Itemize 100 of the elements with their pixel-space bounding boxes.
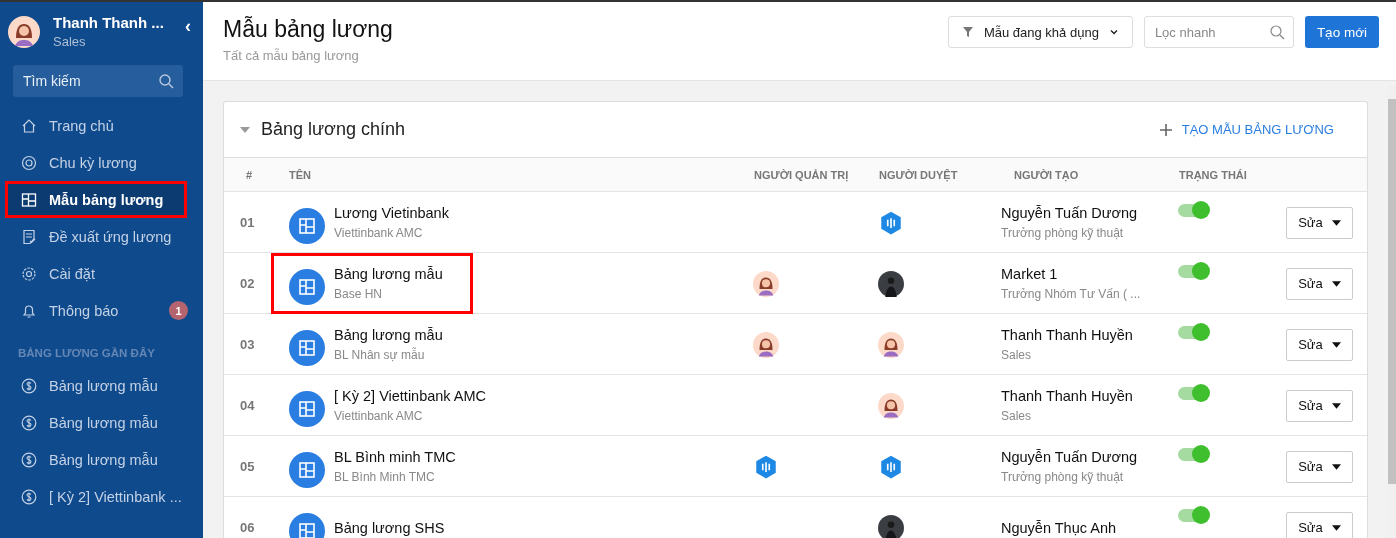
- sidebar-item[interactable]: Mẫu bảng lương: [5, 181, 187, 218]
- sidebar-item[interactable]: Đề xuất ứng lương: [0, 218, 203, 255]
- column-header: TÊN: [288, 168, 312, 181]
- chevron-down-icon: [1108, 27, 1119, 37]
- row-number: 04: [239, 398, 256, 413]
- caret-down-icon: [1331, 341, 1341, 348]
- template-name[interactable]: Bảng lương mẫu: [334, 266, 443, 282]
- home-icon: [21, 117, 37, 134]
- template-name[interactable]: Bảng lương mẫu: [334, 327, 443, 343]
- template-group: BL Nhân sự mẫu: [334, 348, 443, 362]
- sidebar-item[interactable]: Bảng lương mẫu: [0, 367, 203, 404]
- page-title: Mẫu bảng lương: [223, 16, 393, 43]
- avatar-icon: [8, 15, 40, 48]
- hexagon-logo-icon: [878, 453, 904, 480]
- sidebar-item[interactable]: Chu kỳ lương: [0, 144, 203, 181]
- search-field[interactable]: Tìm kiếm: [13, 65, 183, 97]
- sidebar-item[interactable]: Trang chủ: [0, 107, 203, 144]
- sidebar-item[interactable]: [ Kỳ 2] Viettinbank ...: [0, 478, 203, 515]
- creator-role: Sales: [1001, 348, 1033, 362]
- creator-role: Trưởng phòng kỹ thuật: [1001, 470, 1125, 484]
- creator-name: Market 1: [1001, 266, 1059, 282]
- collapse-button[interactable]: ‹: [183, 16, 193, 37]
- avatar-icon: [878, 331, 904, 358]
- filter-icon: [961, 26, 974, 38]
- sidebar-item[interactable]: Bảng lương mẫu: [0, 404, 203, 441]
- creator-role: Sales: [1001, 409, 1033, 423]
- add-template-link[interactable]: TẠO MẪU BẢNG LƯƠNG: [1159, 122, 1334, 137]
- column-header: NGƯỜI TẠO: [1013, 168, 1080, 181]
- circle-icon: [21, 154, 37, 171]
- sidebar-item[interactable]: Bảng lương mẫu: [0, 441, 203, 478]
- edit-dropdown-button[interactable]: Sửa: [1286, 511, 1353, 538]
- template-name[interactable]: Lương Vietinbank: [334, 205, 449, 221]
- template-name[interactable]: BL Bình minh TMC: [334, 449, 456, 465]
- creator-name: Nguyễn Thục Anh: [1001, 519, 1117, 536]
- edit-dropdown-button[interactable]: Sửa: [1286, 206, 1353, 239]
- search-icon: [158, 73, 174, 89]
- edit-dropdown-button[interactable]: Sửa: [1286, 328, 1353, 361]
- caret-down-icon: [1331, 524, 1341, 531]
- avatar-icon: [753, 270, 779, 297]
- layout-icon: [21, 191, 37, 208]
- creator-role: Trưởng Nhóm Tư Vấn ( ...: [1001, 287, 1142, 301]
- page-subtitle: Tất cả mẫu bảng lương: [223, 48, 360, 63]
- dollar-icon: [21, 488, 37, 505]
- creator-name: Nguyễn Tuấn Dương: [1001, 205, 1139, 221]
- column-header: NGƯỜI QUẢN TRỊ: [753, 168, 850, 181]
- sidebar-item[interactable]: Cài đặt: [0, 255, 203, 292]
- avatar-icon: [753, 331, 779, 358]
- dollar-icon: [21, 451, 37, 468]
- search-icon: [1268, 24, 1285, 40]
- template-group: BL Bình Minh TMC: [334, 470, 456, 484]
- user-role: Sales: [53, 34, 87, 49]
- caret-down-icon: [1331, 463, 1341, 470]
- edit-dropdown-button[interactable]: Sửa: [1286, 450, 1353, 483]
- status-toggle[interactable]: [1178, 448, 1208, 461]
- edit-dropdown-button[interactable]: Sửa: [1286, 389, 1353, 422]
- caret-down-icon: [1331, 402, 1341, 409]
- settings-icon: [21, 265, 37, 282]
- avatar-icon: [878, 514, 904, 538]
- sidebar-item[interactable]: Thông báo 1: [0, 292, 203, 329]
- status-toggle[interactable]: [1178, 326, 1208, 339]
- template-group: Viettinbank AMC: [334, 409, 487, 423]
- creator-name: Thanh Thanh Huyền: [1001, 388, 1134, 404]
- bell-icon: [21, 302, 37, 319]
- section-heading: BẢNG LƯƠNG GẦN ĐÂY: [17, 346, 156, 361]
- edit-dropdown-button[interactable]: Sửa: [1286, 267, 1353, 300]
- template-name[interactable]: Bảng lương SHS: [334, 519, 445, 536]
- notification-badge: 1: [169, 301, 188, 320]
- hexagon-logo-icon: [753, 453, 779, 480]
- create-button[interactable]: Tạo mới: [1304, 16, 1379, 48]
- dollar-icon: [21, 414, 37, 431]
- column-header: #: [245, 168, 254, 181]
- template-icon: [289, 390, 325, 427]
- caret-down-icon: [1331, 219, 1341, 226]
- row-number: 05: [239, 459, 256, 474]
- status-toggle[interactable]: [1178, 509, 1208, 522]
- column-header: TRẠNG THÁI: [1178, 168, 1248, 181]
- hexagon-logo-icon: [878, 209, 904, 236]
- template-icon: [289, 329, 325, 366]
- avatar-icon: [878, 270, 904, 297]
- template-group: Base HN: [334, 287, 443, 301]
- creator-name: Nguyễn Tuấn Dương: [1001, 449, 1139, 465]
- creator-role: Trưởng phòng kỹ thuật: [1001, 226, 1125, 240]
- status-toggle[interactable]: [1178, 204, 1208, 217]
- user-name: Thanh Thanh ...: [53, 14, 165, 31]
- caret-down-icon: [1331, 280, 1341, 287]
- template-icon: [289, 268, 325, 305]
- template-icon: [289, 451, 325, 488]
- filter-search-field[interactable]: Lọc nhanh: [1143, 16, 1294, 48]
- dollar-icon: [21, 377, 37, 394]
- template-name[interactable]: [ Kỳ 2] Viettinbank AMC: [334, 388, 487, 404]
- status-toggle[interactable]: [1178, 265, 1208, 278]
- filter-dropdown[interactable]: Mẫu đang khả dụng: [947, 16, 1133, 48]
- avatar-icon: [878, 392, 904, 419]
- row-number: 01: [239, 215, 256, 230]
- creator-name: Thanh Thanh Huyền: [1001, 327, 1134, 343]
- template-icon: [289, 207, 325, 244]
- template-group: Viettinbank AMC: [334, 226, 449, 240]
- row-number: 02: [239, 276, 256, 291]
- status-toggle[interactable]: [1178, 387, 1208, 400]
- column-header: NGƯỜI DUYỆT: [878, 168, 959, 181]
